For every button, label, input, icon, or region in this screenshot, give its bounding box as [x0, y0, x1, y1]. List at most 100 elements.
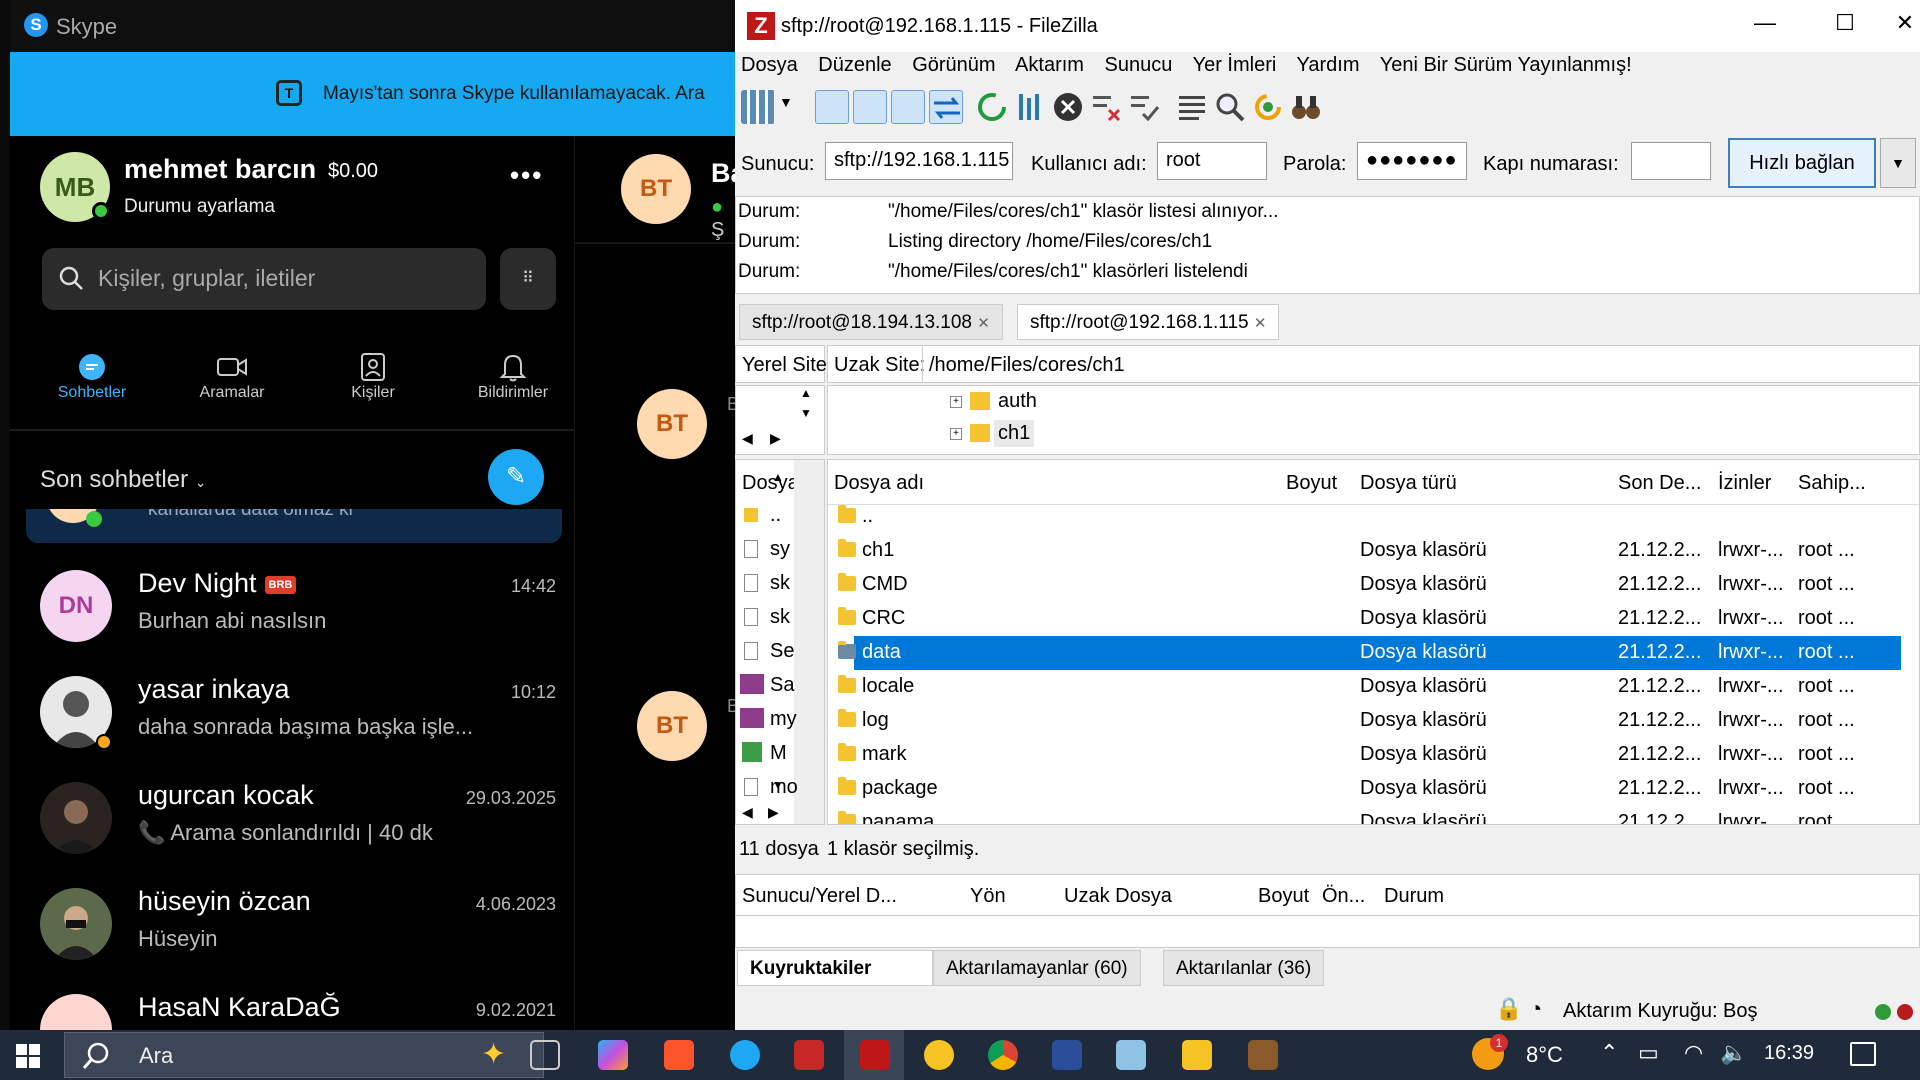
tree-item[interactable]: auth	[998, 390, 1037, 413]
header-size[interactable]: Boyut	[1286, 472, 1337, 495]
powershell-icon[interactable]	[1052, 1040, 1082, 1070]
chat-item[interactable]: ugurcan kocak 29.03.2025 📞 Arama sonland…	[10, 766, 574, 872]
table-row[interactable]: ch1 Dosya klasörü 21.12.2... lrwxr-... root …	[828, 534, 1919, 568]
toggle-log-icon[interactable]	[815, 90, 849, 124]
scroll-up-icon[interactable]: ▲	[800, 386, 812, 400]
remote-file-list[interactable]: Dosya adı Boyut Dosya türü Son De... İzi…	[827, 459, 1920, 825]
volume-icon[interactable]: 🔈	[1720, 1040, 1747, 1066]
recent-chats-title[interactable]: Son sohbetler ⌄	[40, 466, 207, 494]
chat-item[interactable]: yasar inkaya 10:12 daha sonrada başıma b…	[10, 660, 574, 766]
local-file-list[interactable]: Dosya ▲ .. sy sk sk Se Sa my M mo ▼ ◀ ▶	[735, 459, 825, 825]
close-icon[interactable]: ✕	[1885, 10, 1920, 36]
taskbar-search[interactable]: Ara ✦	[64, 1032, 544, 1078]
quickconnect-button[interactable]: Hızlı bağlan	[1728, 138, 1876, 188]
wifi-icon[interactable]: ◠	[1684, 1040, 1703, 1066]
table-row[interactable]: locale Dosya klasörü 21.12.2... lrwxr-... ro…	[828, 670, 1919, 704]
tab-connection-1[interactable]: sftp://root@18.194.13.108 ✕	[739, 304, 1003, 340]
copilot-icon[interactable]	[598, 1040, 628, 1070]
header-type[interactable]: Dosya türü	[1360, 472, 1457, 495]
scroll-down-icon[interactable]: ▼	[772, 778, 784, 792]
app-icon[interactable]	[794, 1040, 824, 1070]
tab-failed[interactable]: Aktarılamayanlar (60)	[933, 950, 1141, 986]
refresh-icon[interactable]	[975, 90, 1009, 124]
expand-icon[interactable]: +	[950, 396, 962, 408]
menu-new-version[interactable]: Yeni Bir Sürüm Yayınlanmış!	[1380, 54, 1632, 76]
username-input[interactable]: root	[1157, 142, 1267, 180]
search-files-icon[interactable]	[1213, 90, 1247, 124]
header-owner[interactable]: Sahip...	[1798, 472, 1866, 495]
scroll-right-icon[interactable]: ▶	[768, 804, 779, 821]
cancel-icon[interactable]	[1051, 90, 1085, 124]
dialpad-button[interactable]: ⠿	[500, 248, 556, 310]
deprecation-banner[interactable]: T Mayıs'tan sonra Skype kullanılamayacak…	[10, 52, 735, 136]
scroll-left-icon[interactable]: ◀	[742, 430, 753, 447]
contact-avatar[interactable]: BT	[621, 154, 691, 224]
chat-item[interactable]: DN Dev Night BRB 14:42 Burhan abi nasılsı…	[10, 554, 574, 660]
site-manager-icon[interactable]	[741, 90, 775, 124]
tab-notifications[interactable]: Bildirimler	[458, 350, 568, 402]
table-row[interactable]: CMD Dosya klasörü 21.12.2... lrwxr-... root …	[828, 568, 1919, 602]
profile-status[interactable]: Durumu ayarlama	[124, 196, 275, 218]
table-row-selected[interactable]: data Dosya klasörü 21.12.2... lrwxr-... root…	[828, 636, 1919, 670]
binoculars-icon[interactable]	[1289, 90, 1323, 124]
message-log[interactable]: Durum: "/home/Files/cores/ch1" klasör lis…	[735, 196, 1920, 294]
table-row[interactable]: log Dosya klasörü 21.12.2... lrwxr-... root …	[828, 704, 1919, 738]
chevron-up-icon[interactable]: ⌃	[1600, 1040, 1618, 1066]
profile-name[interactable]: mehmet barcın	[124, 154, 316, 185]
tree-item-selected[interactable]: ch1	[994, 420, 1035, 447]
clock[interactable]: 16:39	[1764, 1042, 1814, 1065]
quickconnect-dropdown[interactable]: ▼	[1880, 138, 1916, 188]
scroll-up-icon[interactable]: ▲	[772, 470, 784, 484]
app-icon[interactable]	[924, 1040, 954, 1070]
scroll-right-icon[interactable]: ▶	[770, 430, 781, 447]
toggle-local-tree-icon[interactable]	[853, 90, 887, 124]
toggle-remote-tree-icon[interactable]	[891, 90, 925, 124]
list-item[interactable]: sk	[770, 606, 790, 629]
file-explorer-icon[interactable]	[1182, 1040, 1212, 1070]
queue-header-direction[interactable]: Yön	[970, 885, 1006, 908]
list-item[interactable]: Sa	[770, 674, 794, 697]
header-permissions[interactable]: İzinler	[1718, 472, 1771, 495]
close-tab-icon[interactable]: ✕	[1254, 315, 1267, 332]
list-item[interactable]: ..	[770, 504, 781, 527]
scroll-down-icon[interactable]: ▼	[800, 406, 812, 420]
menu-view[interactable]: Görünüm	[912, 54, 995, 76]
sync-browse-icon[interactable]	[1251, 90, 1285, 124]
new-chat-button[interactable]: ✎	[488, 449, 544, 505]
tab-queued[interactable]: Kuyruktakiler	[737, 950, 933, 986]
menu-file[interactable]: Dosya	[741, 54, 798, 76]
temperature[interactable]: 8°C	[1526, 1042, 1563, 1068]
scroll-left-icon[interactable]: ◀	[742, 804, 753, 821]
disconnect-icon[interactable]	[1089, 90, 1123, 124]
windows-start-icon[interactable]	[16, 1044, 40, 1068]
filezilla-icon[interactable]	[860, 1040, 890, 1070]
battery-icon[interactable]: ▭	[1638, 1040, 1659, 1066]
queue-header-local[interactable]: Sunucu/Yerel D...	[742, 885, 897, 908]
brave-icon[interactable]	[664, 1040, 694, 1070]
queue-list[interactable]	[735, 916, 1920, 948]
queue-header-remote[interactable]: Uzak Dosya	[1064, 885, 1172, 908]
app-icon[interactable]	[1116, 1040, 1146, 1070]
list-item[interactable]: sk	[770, 572, 790, 595]
queue-header-size[interactable]: Boyut	[1258, 885, 1309, 908]
tab-chats[interactable]: Sohbetler	[37, 350, 147, 402]
close-tab-icon[interactable]: ✕	[977, 315, 990, 332]
skype-icon[interactable]	[730, 1040, 760, 1070]
password-input[interactable]: ●●●●●●●	[1357, 142, 1467, 180]
header-modified[interactable]: Son De...	[1618, 472, 1701, 495]
header-filename[interactable]: Dosya adı	[834, 472, 924, 495]
tab-calls[interactable]: Aramalar	[177, 350, 287, 402]
table-row[interactable]: panama Dosya klasörü 21.12.2... lrwxr-... ro…	[828, 806, 1919, 824]
remote-tree[interactable]: + auth + ch1	[827, 385, 1920, 455]
toggle-queue-icon[interactable]	[929, 90, 963, 124]
port-input[interactable]	[1631, 142, 1711, 180]
chevron-down-icon[interactable]: ▼	[779, 94, 793, 110]
list-item[interactable]: sy	[770, 538, 790, 561]
filter-icon[interactable]	[1175, 90, 1209, 124]
menu-server[interactable]: Sunucu	[1105, 54, 1173, 76]
minimize-icon[interactable]: —	[1745, 10, 1785, 36]
chat-item[interactable]: HasaN KaraDaĞ 9.02.2021	[10, 978, 574, 1030]
chat-item[interactable]: hüseyin özcan 4.06.2023 Hüseyin	[10, 872, 574, 978]
table-row[interactable]: package Dosya klasörü 21.12.2... lrwxr-... r…	[828, 772, 1919, 806]
table-row[interactable]: ..	[828, 500, 1919, 534]
